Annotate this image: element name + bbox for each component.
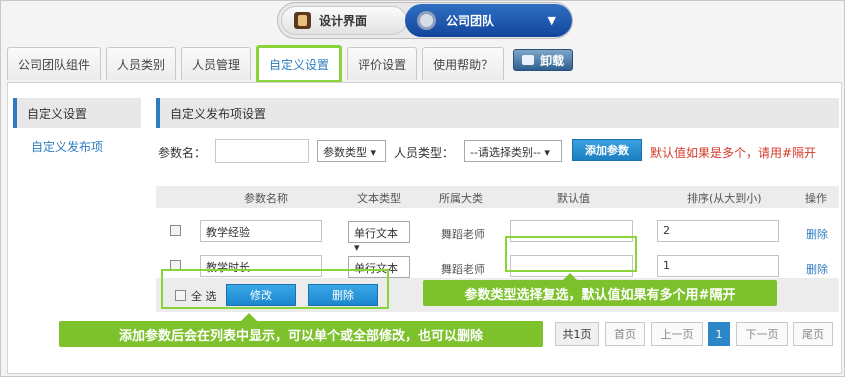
company-team-label: 公司团队 <box>446 14 495 28</box>
col-text-type: 文本类型 <box>357 192 401 205</box>
sidebar-item-custom-publish[interactable]: 自定义发布项 <box>13 128 141 164</box>
row-order-input[interactable]: 1 <box>657 255 779 277</box>
add-param-button[interactable]: 添加参数 <box>572 139 642 161</box>
default-highlight-frame <box>505 236 637 272</box>
unload-label: 卸载 <box>540 53 565 68</box>
col-default: 默认值 <box>557 192 590 205</box>
main-area: 自定义发布项设置 参数名： 参数类型 ▾ 人员类型： --请选择类别-- ▾ 添… <box>156 98 839 312</box>
row-type-value: 单行文本 <box>354 227 398 240</box>
mode-switch: 设计界面 公司团队 ▼ <box>277 2 573 39</box>
tab-person-category[interactable]: 人员类别 <box>106 47 177 80</box>
page-prev-button[interactable]: 上一页 <box>651 322 703 346</box>
param-type-select[interactable]: 参数类型 ▾ <box>317 140 386 162</box>
tab-team-components[interactable]: 公司团队组件 <box>7 47 102 80</box>
tab-custom-settings[interactable]: 自定义设置 <box>256 45 343 83</box>
app-frame: 设计界面 公司团队 ▼ 公司团队组件 人员类别 人员管理 自定义设置 评价设置 … <box>0 0 845 377</box>
col-action: 操作 <box>805 192 827 205</box>
sidebar-title: 自定义设置 <box>13 98 141 128</box>
col-category: 所属大类 <box>439 192 483 205</box>
filter-bar: 参数名： 参数类型 ▾ 人员类型： --请选择类别-- ▾ 添加参数 默认值如果… <box>156 138 839 166</box>
param-name-input[interactable] <box>215 139 309 163</box>
tab-person-manage[interactable]: 人员管理 <box>181 47 252 80</box>
bulk-highlight-frame <box>161 269 389 309</box>
param-type-callout: 参数类型选择复选，默认值如果有多个用#隔开 <box>423 280 777 306</box>
tab-rating-settings[interactable]: 评价设置 <box>347 47 418 80</box>
param-name-label: 参数名： <box>158 146 207 160</box>
page-current[interactable]: 1 <box>708 322 730 346</box>
row-delete-link[interactable]: 删除 <box>806 261 828 277</box>
page-first-button[interactable]: 首页 <box>605 322 645 346</box>
col-order: 排序(从大到小) <box>687 192 762 205</box>
design-view-button[interactable]: 设计界面 <box>281 6 407 35</box>
row-order-input[interactable]: 2 <box>657 220 779 242</box>
row-category: 舞蹈老师 <box>441 263 485 276</box>
page-total: 共1页 <box>555 322 599 346</box>
page-title: 自定义发布项设置 <box>156 98 839 128</box>
param-type-value: 参数类型 <box>323 146 367 159</box>
page-next-button[interactable]: 下一页 <box>736 322 788 346</box>
gear-icon <box>417 11 436 30</box>
tab-help[interactable]: 使用帮助？ <box>422 47 505 80</box>
row-category: 舞蹈老师 <box>441 228 485 241</box>
default-value-hint: 默认值如果是多个，请用#隔开 <box>650 146 817 160</box>
tab-bar: 公司团队组件 人员类别 人员管理 自定义设置 评价设置 使用帮助？ 卸载 <box>7 42 574 83</box>
person-type-label: 人员类型： <box>394 146 455 160</box>
table-row: 教学经验 单行文本 ▾ 舞蹈老师 2 删除 <box>156 213 839 254</box>
company-team-button[interactable]: 公司团队 ▼ <box>405 4 572 37</box>
unload-icon <box>522 55 535 65</box>
sidebar: 自定义设置 自定义发布项 <box>13 98 141 164</box>
chevron-down-icon[interactable]: ▼ <box>548 14 556 27</box>
row-name-input[interactable]: 教学经验 <box>200 220 322 242</box>
table-header: 参数名称 文本类型 所属大类 默认值 排序(从大到小) 操作 <box>156 186 839 208</box>
page-last-button[interactable]: 尾页 <box>793 322 833 346</box>
row-checkbox[interactable] <box>170 225 181 236</box>
design-icon <box>294 12 311 29</box>
bulk-callout: 添加参数后会在列表中显示，可以单个或全部修改，也可以删除 <box>59 321 543 347</box>
person-type-select[interactable]: --请选择类别-- ▾ <box>464 140 562 162</box>
person-type-value: --请选择类别-- <box>470 146 541 159</box>
row-type-select[interactable]: 单行文本 ▾ <box>348 221 410 254</box>
unload-button[interactable]: 卸载 <box>513 49 574 71</box>
design-view-label: 设计界面 <box>319 14 368 28</box>
callout-arrow <box>241 313 257 321</box>
col-param-name: 参数名称 <box>244 192 288 205</box>
row-delete-link[interactable]: 删除 <box>806 226 828 242</box>
